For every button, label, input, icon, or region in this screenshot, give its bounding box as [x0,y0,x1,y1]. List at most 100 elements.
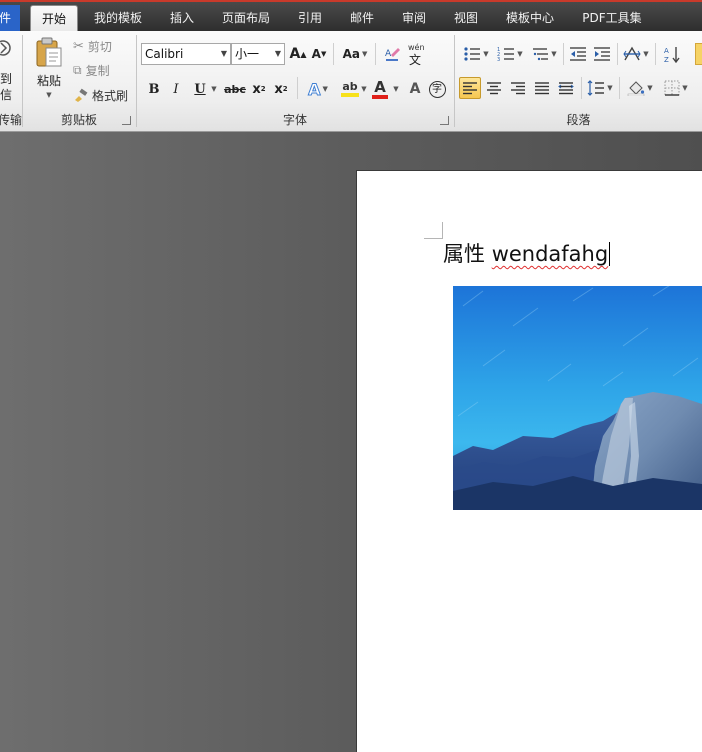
change-case-icon: Aa [342,47,360,61]
transfer-button-label[interactable]: 到 信 [0,71,12,103]
borders-button[interactable]: ▼ [661,77,691,99]
paste-dropdown-icon[interactable]: ▼ [46,91,51,99]
enclose-char-button[interactable]: 字 [427,79,447,99]
tab-view[interactable]: 视图 [446,7,486,31]
tab-my-templates[interactable]: 我的模板 [88,7,148,31]
copy-button[interactable]: ⧉ 复制 [73,61,110,79]
bold-button[interactable]: B [145,79,163,99]
tab-page-layout[interactable]: 页面布局 [216,7,276,31]
paste-label: 粘贴 [36,73,61,88]
multilevel-list-icon [533,48,549,61]
char-shading-button[interactable]: A [405,79,425,99]
paint-bucket-icon [628,81,645,96]
document-paragraph[interactable]: 属性 wendafahg [443,240,611,268]
clear-format-button[interactable]: A [381,43,403,65]
chinese-layout-button[interactable]: ▼ [621,43,651,65]
tab-mailings[interactable]: 邮件 [342,7,382,31]
font-name-combo[interactable]: Calibri ▼ [141,43,231,65]
distributed-button[interactable] [555,77,577,99]
shading-button[interactable]: ▼ [625,77,655,99]
document-text-prefix: 属性 [443,242,492,266]
divider [563,43,564,65]
sort-icon: AZ [664,47,680,63]
change-case-button[interactable]: Aa ▼ [341,45,369,63]
tab-home[interactable]: 开始 [30,5,78,33]
tab-file[interactable]: 件 [0,5,20,31]
font-size-value: 小一 [235,47,260,61]
clear-format-icon: A [385,48,400,61]
text-effect-button[interactable]: A ▼ [305,79,331,99]
mountain-landscape-image [453,286,702,510]
pinyin-guide-button[interactable]: wén 文 [405,43,427,67]
borders-icon [664,80,680,96]
bullets-icon [464,47,481,61]
superscript-button[interactable]: x2 [272,79,290,99]
svg-text:A: A [385,49,392,59]
copy-label: 复制 [85,63,110,78]
copy-icon: ⧉ [73,62,82,77]
tab-template-center[interactable]: 模板中心 [500,7,560,31]
paste-button[interactable]: 粘贴 ▼ [31,35,67,99]
numbering-button[interactable]: 1 2 3 ▼ [495,43,525,65]
grow-font-button[interactable]: A ▲ [289,45,307,63]
group-label-clipboard: 剪贴板 [60,113,97,127]
shrink-font-button[interactable]: A ▼ [310,45,328,63]
grow-font-icon: A [289,46,301,62]
group-label-transfer: 传输 [0,113,23,127]
chevron-down-icon[interactable]: ▼ [275,44,281,64]
font-name-value: Calibri [145,47,184,61]
line-spacing-icon [587,80,605,96]
tab-pdf-tools[interactable]: PDF工具集 [576,7,648,31]
bullets-button[interactable]: ▼ [461,43,491,65]
font-size-combo[interactable]: 小一 ▼ [231,43,285,65]
multilevel-list-button[interactable]: ▼ [529,43,559,65]
highlight-icon: ab [342,80,358,93]
misspelled-word[interactable]: wendafahg [492,242,609,266]
align-left-icon [463,82,477,95]
divider [655,43,656,65]
divider [297,77,298,99]
format-painter-label: 格式刷 [92,88,129,103]
inserted-image[interactable] [453,286,702,510]
align-right-button[interactable] [507,77,529,99]
cut-button[interactable]: ✂ 剪切 [73,37,112,55]
tab-insert[interactable]: 插入 [162,7,202,31]
subscript-button[interactable]: x2 [250,79,268,99]
transfer-icon[interactable] [0,37,14,59]
align-left-button[interactable] [459,77,481,99]
highlight-dropdown-icon[interactable]: ▼ [359,79,369,99]
cut-label: 剪切 [87,39,112,54]
tab-review[interactable]: 审阅 [394,7,434,31]
group-clipboard: 粘贴 ▼ ✂ 剪切 ⧉ 复制 格式刷 剪贴板 [23,31,135,131]
sort-button[interactable]: AZ [661,43,683,65]
line-spacing-button[interactable]: ▼ [585,77,615,99]
increase-indent-button[interactable] [591,43,613,65]
distributed-icon [558,82,574,95]
enclose-char-icon: 字 [428,80,446,98]
font-dialog-launcher-icon[interactable] [440,116,449,125]
ribbon: 到 信 传输 粘贴 ▼ ✂ 剪切 ⧉ 复制 格式刷 剪贴板 Calibri ▼ … [0,31,702,132]
pinyin-icon: 文 [409,53,422,67]
decrease-indent-button[interactable] [567,43,589,65]
group-label-paragraph: 段落 [566,113,591,127]
tab-references[interactable]: 引用 [290,7,330,31]
clipboard-dialog-launcher-icon[interactable] [122,116,131,125]
underline-button[interactable]: U [191,79,209,99]
chinese-layout-icon [623,46,641,61]
svg-text:Z: Z [664,56,669,63]
font-color-button[interactable]: A [369,77,391,101]
show-marks-button[interactable] [695,43,702,65]
scissors-icon: ✂ [73,38,84,54]
justify-button[interactable] [531,77,553,99]
strikethrough-button[interactable]: abc [223,79,247,99]
text-effect-icon: A [308,79,321,99]
font-color-dropdown-icon[interactable]: ▼ [391,79,401,99]
align-center-button[interactable] [483,77,505,99]
superscript-icon: x [274,81,283,97]
font-color-icon: A [374,77,386,96]
justify-icon [535,82,549,95]
italic-button[interactable]: I [167,79,185,99]
format-painter-button[interactable]: 格式刷 [73,86,128,104]
chevron-down-icon[interactable]: ▼ [221,44,227,64]
underline-dropdown-icon[interactable]: ▼ [209,79,219,99]
